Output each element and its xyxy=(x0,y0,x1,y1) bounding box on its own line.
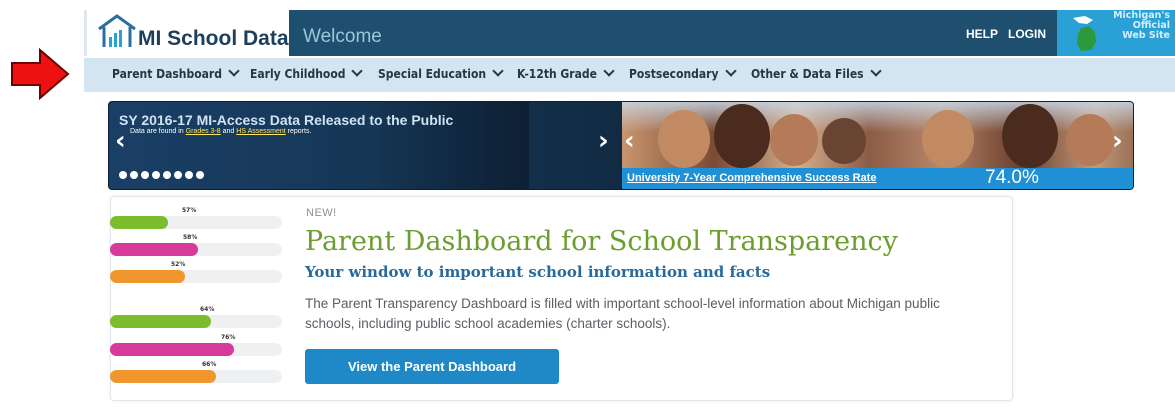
bar-value-label: 76% xyxy=(221,334,236,341)
michigan-line-3: Web Site xyxy=(1122,30,1170,41)
slide-sub-mid: and xyxy=(222,128,235,135)
help-link[interactable]: HELP xyxy=(966,27,998,41)
nav-item-k12-grade[interactable]: K-12th Grade xyxy=(517,65,615,81)
bar-value-label: 57% xyxy=(182,207,197,214)
bar-value-label: 58% xyxy=(183,234,198,241)
bar-value-label: 66% xyxy=(202,361,217,368)
nav-item-other-data-files[interactable]: Other & Data Files xyxy=(751,65,882,81)
chevron-down-icon xyxy=(228,65,240,77)
card-subtitle: Your window to important school informat… xyxy=(305,263,771,281)
nav-item-special-education[interactable]: Special Education xyxy=(378,65,504,81)
nav-item-label: Early Childhood xyxy=(250,67,346,81)
grades-3-8-link[interactable]: Grades 3-8 xyxy=(186,128,221,135)
bar-fill xyxy=(110,315,211,328)
bar-fill xyxy=(110,243,198,256)
red-arrow-right-icon xyxy=(11,48,70,100)
bar-fill xyxy=(110,370,216,383)
bar-fill xyxy=(110,343,234,356)
chevron-down-icon xyxy=(869,65,882,77)
view-parent-dashboard-button[interactable]: View the Parent Dashboard xyxy=(305,349,559,384)
card-description: The Parent Transparency Dashboard is fil… xyxy=(305,296,940,331)
nav-item-label: Postsecondary xyxy=(629,67,719,81)
new-tag: NEW! xyxy=(306,207,337,219)
carousel-dots xyxy=(119,166,207,184)
nav-item-parent-dashboard[interactable]: Parent Dashboard xyxy=(112,65,240,81)
nav-item-label: Other & Data Files xyxy=(751,67,864,81)
carousel-dot[interactable] xyxy=(119,171,127,179)
slide-sub-prefix: Data are found in xyxy=(130,128,184,135)
dashboard-preview-bars: 57% 58% 52% 64% 76% 66% xyxy=(110,200,290,395)
carousel-dot[interactable] xyxy=(196,171,204,179)
slide-title[interactable]: SY 2016-17 MI-Access Data Released to th… xyxy=(119,112,453,128)
carousel-dot[interactable] xyxy=(130,171,138,179)
nav-item-label: Parent Dashboard xyxy=(112,67,222,81)
carousel-dot[interactable] xyxy=(141,171,149,179)
bar-value-label: 52% xyxy=(171,261,186,268)
chevron-right-icon[interactable]: › xyxy=(598,128,609,154)
slide-subtitle: Data are found in Grades 3-8 and HS Asse… xyxy=(130,128,311,135)
chevron-right-icon[interactable]: › xyxy=(1112,128,1123,154)
carousel-dot[interactable] xyxy=(163,171,171,179)
chevron-down-icon xyxy=(603,65,615,77)
bar-fill xyxy=(110,216,168,229)
chevron-down-icon xyxy=(492,65,504,77)
slide-sub-suffix: reports. xyxy=(287,128,312,135)
nav-item-early-childhood[interactable]: Early Childhood xyxy=(250,65,364,81)
carousel-dot[interactable] xyxy=(185,171,193,179)
nav-item-label: K-12th Grade xyxy=(517,67,597,81)
carousel-dot[interactable] xyxy=(152,171,160,179)
bar-value-label: 64% xyxy=(200,306,215,313)
michigan-state-icon xyxy=(1073,16,1096,51)
page: MI School Data Welcome HELP LOGIN Michig… xyxy=(0,0,1175,411)
login-link[interactable]: LOGIN xyxy=(1008,27,1046,41)
michigan-official-text: Michigan's Official Web Site xyxy=(1108,11,1170,41)
chevron-down-icon xyxy=(351,65,364,77)
chevron-down-icon xyxy=(724,65,737,77)
chevron-left-icon[interactable]: ‹ xyxy=(624,128,635,154)
carousel-dot[interactable] xyxy=(174,171,182,179)
site-logo-text[interactable]: MI School Data xyxy=(138,27,289,51)
welcome-text: Welcome xyxy=(303,26,382,47)
nav-item-postsecondary[interactable]: Postsecondary xyxy=(629,65,737,81)
bar-fill xyxy=(110,270,185,283)
hs-assessment-link[interactable]: HS Assessment xyxy=(236,128,285,135)
nav-item-label: Special Education xyxy=(378,67,487,81)
success-rate-value: 74.0% xyxy=(985,167,1039,188)
success-rate-link[interactable]: University 7-Year Comprehensive Success … xyxy=(627,172,876,184)
chevron-left-icon[interactable]: ‹ xyxy=(115,128,126,154)
card-title: Parent Dashboard for School Transparency xyxy=(305,226,898,257)
school-house-icon xyxy=(98,14,136,47)
